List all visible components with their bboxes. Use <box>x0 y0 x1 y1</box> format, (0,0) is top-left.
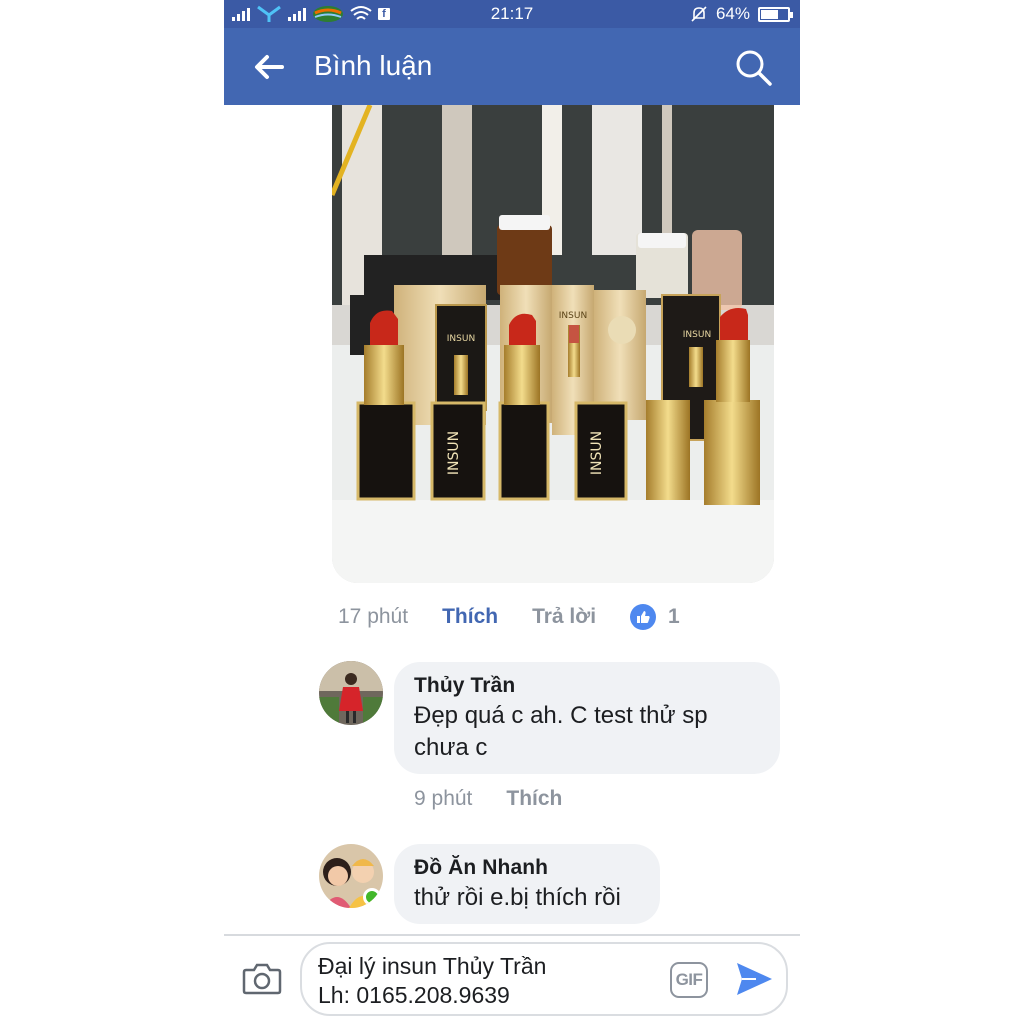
avatar-thuy-tran[interactable] <box>319 661 383 725</box>
comment-photo[interactable]: INSUN INSUN INSUN INSUN INSUN <box>332 105 774 583</box>
composer-divider <box>224 934 800 936</box>
battery-percent: 64% <box>715 4 750 23</box>
post-actions: 17 phút Thích Trả lời 1 <box>338 603 778 631</box>
like-count: 1 <box>668 605 680 628</box>
comment-text-line: chưa c <box>414 734 488 761</box>
like-reaction-icon[interactable] <box>630 604 657 630</box>
post-like-button[interactable]: Thích <box>442 605 498 629</box>
post-reply-button[interactable]: Trả lời <box>532 605 596 629</box>
comment-author[interactable]: Đồ Ăn Nhanh <box>414 856 640 880</box>
avatar-image <box>319 661 383 725</box>
comment-bubble[interactable]: Đồ Ăn Nhanh thử rồi e.bị thích rồi <box>394 844 660 924</box>
avatar-do-an-nhanh[interactable] <box>319 844 383 908</box>
comment-time: 9 phút <box>414 787 473 810</box>
comment-input-line[interactable]: Đại lý insun Thủy Trần <box>318 952 546 981</box>
box-brand-text-3: INSUN <box>683 330 711 340</box>
comment-input-line[interactable]: Lh: 0165.208.9639 <box>318 981 510 1010</box>
online-status-dot <box>363 888 381 906</box>
lipstick-photo-illustration: INSUN INSUN INSUN INSUN INSUN <box>332 105 774 583</box>
comment-actions: 9 phút Thích <box>414 785 562 813</box>
post-time: 17 phút <box>338 605 409 628</box>
comment-text-line: thử rồi e.bị thích rồi <box>414 884 621 911</box>
box-brand-text-1: INSUN <box>447 334 475 344</box>
phone-screen: f 21:17 64% Bình luận INSUN INSUN INSUN … <box>224 0 800 1024</box>
gif-button[interactable]: GIF <box>670 962 708 998</box>
comment-input[interactable]: Đại lý insun Thủy Trần Lh: 0165.208.9639… <box>300 942 788 1016</box>
back-arrow-icon[interactable] <box>252 52 286 82</box>
mute-icon <box>691 6 707 22</box>
comment-bubble[interactable]: Thủy Trần Đẹp quá c ah. C test thử sp ch… <box>394 662 780 774</box>
battery-icon <box>758 6 793 22</box>
box-brand-text-2: INSUN <box>559 311 587 321</box>
tube-brand-text-2: INSUN <box>589 431 605 475</box>
comment-like-button[interactable]: Thích <box>506 787 562 811</box>
comment-text-line: Đẹp quá c ah. C test thử sp <box>414 702 708 729</box>
camera-icon[interactable] <box>242 960 282 996</box>
app-header: Bình luận <box>224 28 800 105</box>
tube-brand-text-1: INSUN <box>446 431 462 475</box>
send-icon[interactable] <box>734 960 774 998</box>
thumbs-up-icon <box>637 611 650 623</box>
status-bar: f 21:17 64% <box>224 0 800 28</box>
page-title: Bình luận <box>314 50 433 81</box>
search-icon[interactable] <box>734 48 774 88</box>
comment-author[interactable]: Thủy Trần <box>414 674 760 698</box>
status-icons-right: 64% <box>690 4 793 24</box>
